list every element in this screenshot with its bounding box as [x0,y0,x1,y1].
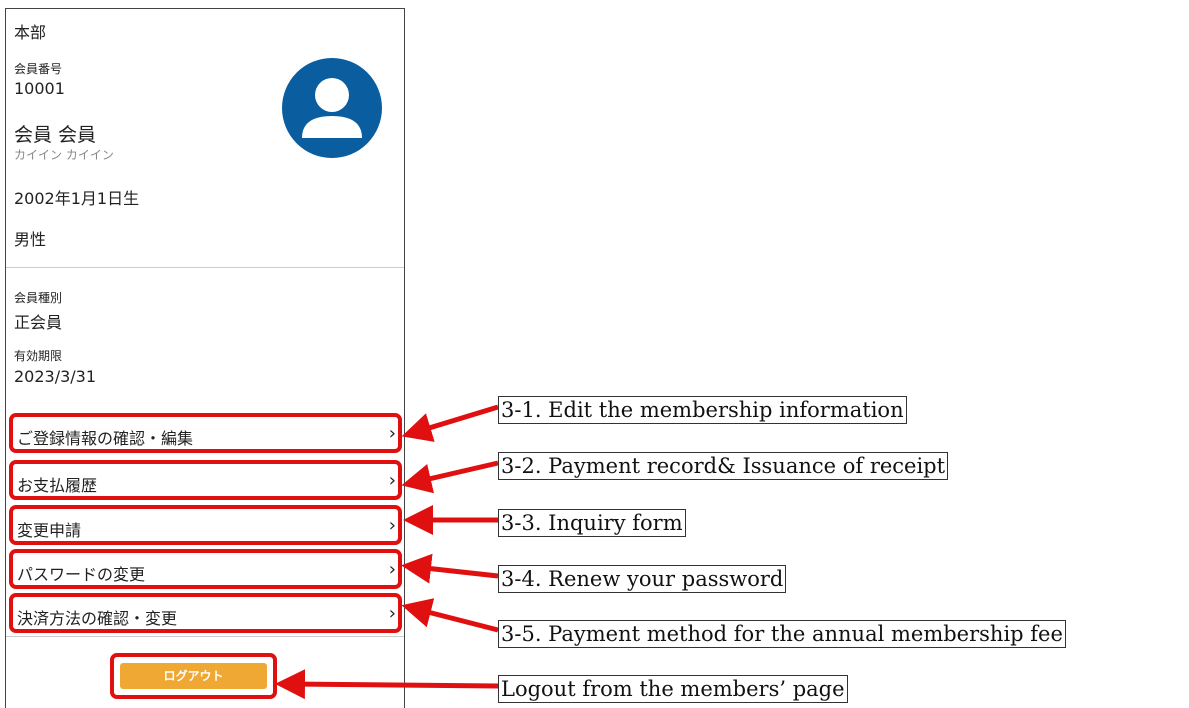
callout-3-4: 3-4. Renew your password [498,565,787,593]
arrow-3-2 [401,460,499,494]
annotation-arrows [275,404,499,700]
callout-3-5: 3-5. Payment method for the annual membe… [498,620,1066,648]
arrow-3-5 [401,598,499,633]
callout-3-3: 3-3. Inquiry form [498,509,686,537]
callout-logout: Logout from the members’ page [498,675,848,703]
callout-3-2: 3-2. Payment record& Issuance of receipt [498,452,949,480]
arrow-3-4 [401,553,499,584]
arrow-3-1 [401,404,499,442]
arrow-logout [275,669,499,700]
callout-3-1: 3-1. Edit the membership information [498,396,907,424]
